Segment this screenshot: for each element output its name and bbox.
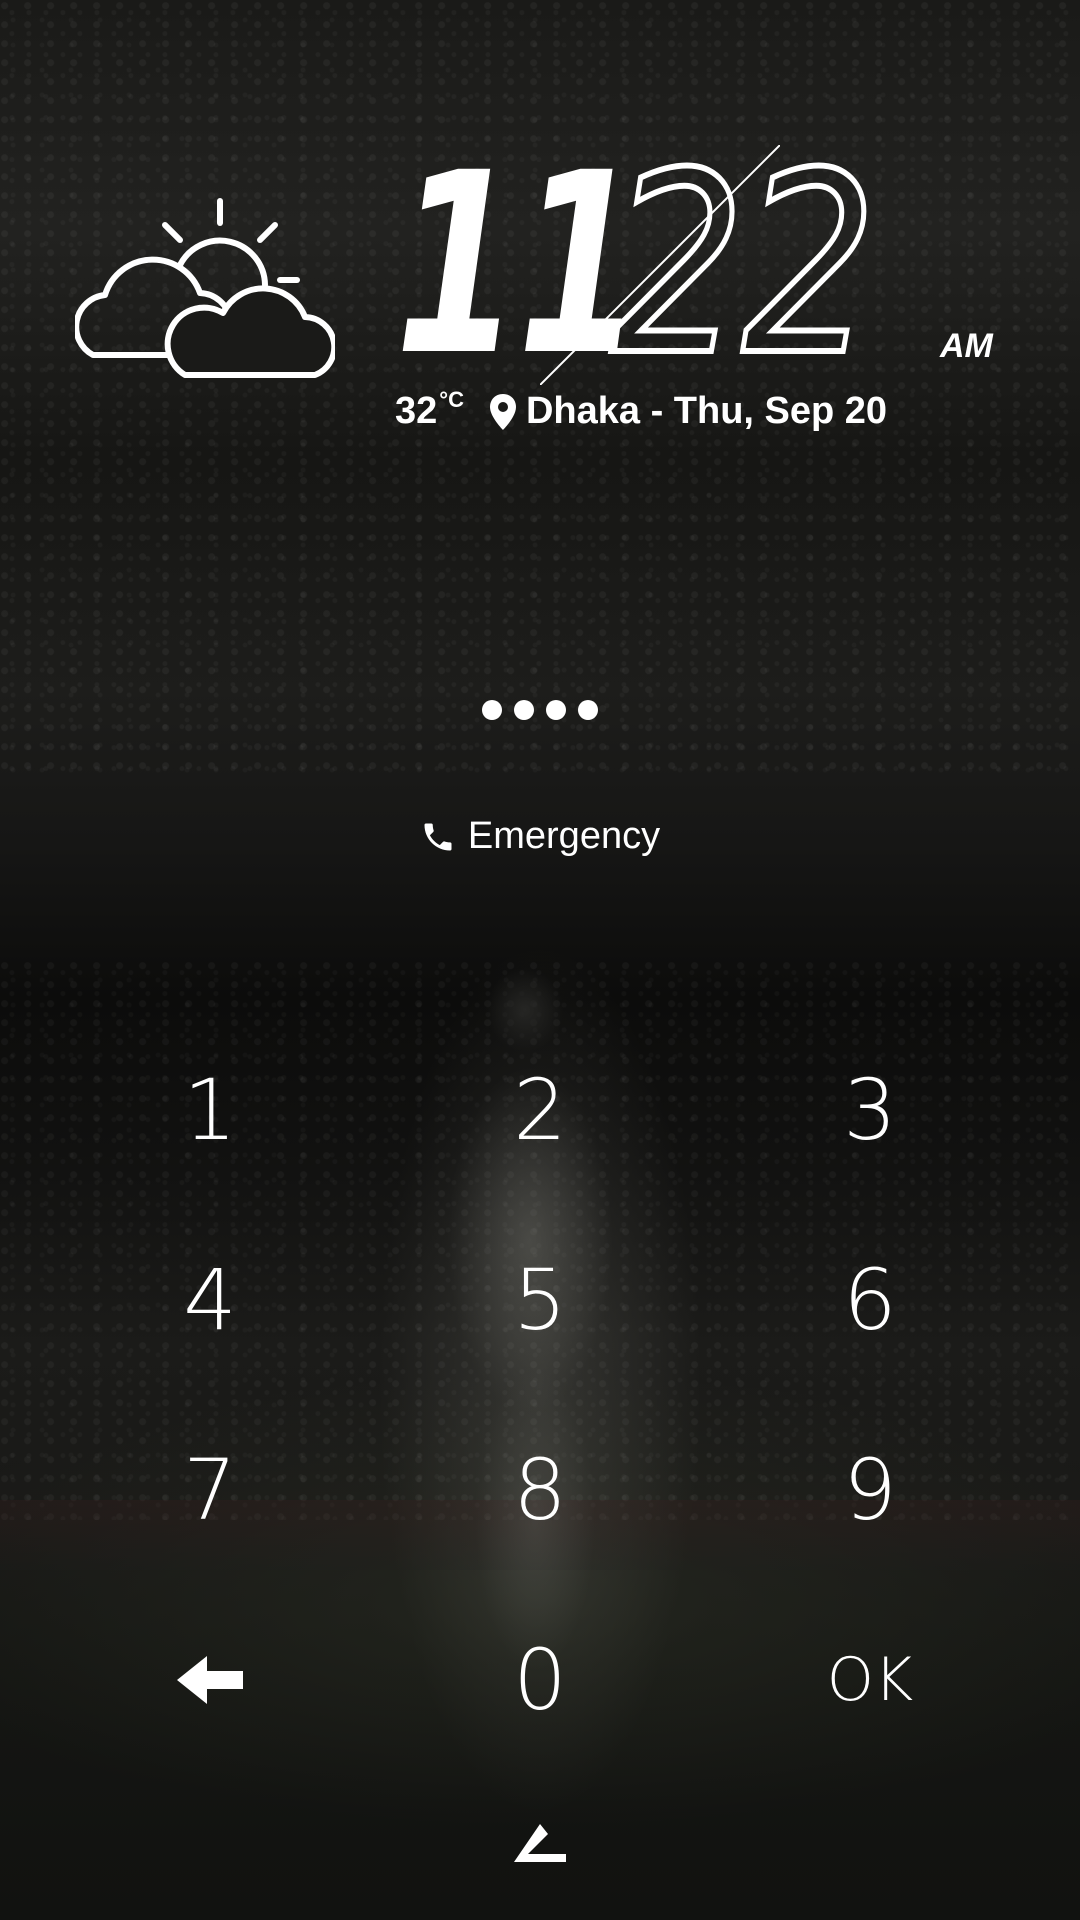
pin-dot [514, 700, 534, 720]
location-pin-icon [489, 393, 516, 430]
key-0[interactable]: 0 [430, 1600, 650, 1760]
phone-icon [424, 823, 452, 850]
clock-divider-line [540, 145, 780, 385]
backspace-arrow-icon [177, 1656, 243, 1704]
key-1[interactable]: 1 [100, 1030, 320, 1190]
partly-cloudy-icon [75, 198, 335, 378]
key-5[interactable]: 5 [430, 1220, 650, 1380]
key-2[interactable]: 2 [430, 1030, 650, 1190]
chevron-up-icon[interactable] [510, 1820, 570, 1865]
lock-screen: 1122 AM 32 °C Dhaka - Thu, Sep 20 Emerge… [0, 0, 1080, 1920]
emergency-label: Emergency [467, 815, 661, 857]
clock: 1122 [395, 119, 955, 410]
location-date: Dhaka - Thu, Sep 20 [525, 390, 888, 432]
ok-button[interactable]: OK [760, 1600, 980, 1760]
emergency-call-button[interactable]: Emergency [0, 815, 1080, 858]
clock-hour: 11 [395, 119, 643, 410]
key-3[interactable]: 3 [760, 1030, 980, 1190]
weather-location-line: 32 °C Dhaka - Thu, Sep 20 [395, 386, 888, 433]
key-6[interactable]: 6 [760, 1220, 980, 1380]
clock-ampm: AM [940, 327, 993, 365]
backspace-button[interactable] [100, 1600, 320, 1760]
temperature-unit: °C [439, 386, 464, 412]
pin-dot [578, 700, 598, 720]
key-4[interactable]: 4 [100, 1220, 320, 1380]
pin-entry-dots [0, 700, 1080, 720]
key-7[interactable]: 7 [100, 1410, 320, 1570]
key-9[interactable]: 9 [760, 1410, 980, 1570]
pin-dot [482, 700, 502, 720]
pin-dot [546, 700, 566, 720]
key-8[interactable]: 8 [430, 1410, 650, 1570]
temperature: 32 [395, 390, 438, 432]
